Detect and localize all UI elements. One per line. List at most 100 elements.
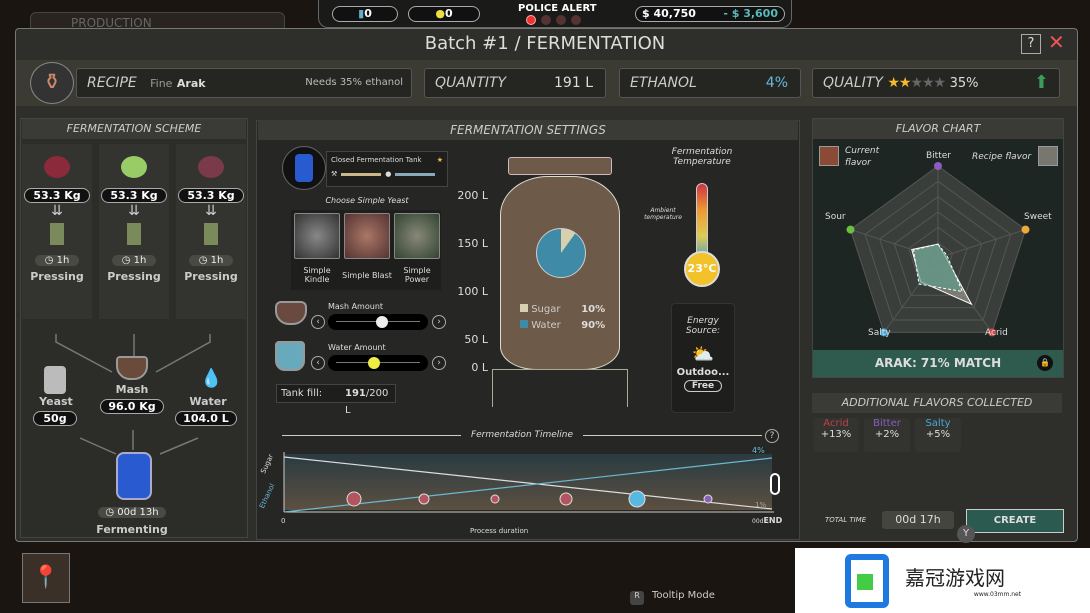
temp-title: Fermentation Temperature [671,147,733,167]
r-key-hint: R [630,591,644,605]
fermentation-barrel-icon [116,452,152,500]
mash-amount: 96.0 Kg [100,399,164,414]
radar-axis-marker [846,225,855,234]
water-amount-label: Water Amount [328,343,386,352]
energy-source[interactable]: Energy Source: ⛅ Outdoo... Free [671,303,735,413]
bulb-icon: ● [435,7,445,20]
press-icon [50,223,64,245]
timeline-event-marker[interactable] [490,494,500,504]
yeast-amount: 50g [33,411,77,426]
ambient-label: Ambient temperature [644,207,682,221]
water-decrease-button[interactable]: ‹ [311,356,325,370]
tank-info: Closed Fermentation Tank ★ ⚒ ● [326,151,448,187]
sugar-swatch [520,304,528,312]
close-button[interactable]: ✕ [1048,30,1065,54]
mash-increase-button[interactable]: › [432,315,446,329]
yeast-option-simple-blast[interactable] [344,213,390,259]
yeast-option-simple-power[interactable] [394,213,440,259]
help-button[interactable]: ? [1021,34,1041,54]
ethanol-end-value: 4% [752,446,765,455]
ingredient-column: 53.3 Kg ⇊ ◷ 1h Pressing [22,144,92,319]
yeast-option-simple-kindle[interactable] [294,213,340,259]
total-time-label: TOTAL TIME [825,516,867,524]
timeline-event-marker[interactable] [703,494,713,504]
apple-icon [121,156,147,178]
temperature-reading: 23°C [684,251,720,287]
alert-dot [541,15,551,25]
upgrade-arrow-icon[interactable]: ⬆ [1034,69,1049,97]
y-key-hint: Y [957,525,975,543]
water-drop-icon: 💧 [200,368,223,389]
x-end-label: 00dEND [752,516,783,525]
additional-flavor-acrid: Acrid +13% [813,418,859,452]
alert-dot [556,15,566,25]
mash-bowl-icon [275,301,307,325]
flavor-chart-title: FLAVOR CHART [813,119,1063,139]
police-alert-level [526,15,581,25]
radar-label-salty: Salty [868,328,891,338]
water-label: Water [189,395,227,408]
recipe-stat: RECIPE Fine Arak Needs 35% ethanol [76,68,412,98]
tank-fill: Tank fill: 191/200 L [276,384,396,416]
additional-flavor-salty: Salty +5% [915,418,961,452]
water-bucket-icon [275,341,305,371]
press-icon [204,223,218,245]
flavor-match: ARAK: 71% MATCH 🔒 [813,350,1063,377]
yeast-label: Simple Power [403,266,431,284]
timeline-title: Fermentation Timeline [282,430,762,440]
alert-dot [571,15,581,25]
total-time-value: 00d 17h [882,511,954,529]
lock-icon[interactable]: 🔒 [1037,355,1053,371]
timeline-event-marker[interactable] [628,490,646,508]
plum-icon [198,156,224,178]
mash-decrease-button[interactable]: ‹ [311,315,325,329]
counter-1: ▮0 [332,6,398,22]
timeline-scrubber[interactable] [770,473,780,495]
police-alert-label: POLICE ALERT [518,3,597,14]
water-amount: 104.0 L [175,411,237,426]
quality-stat: QUALITY ★★★★★ 35% ⬆ [812,68,1060,98]
quality-stars: ★★★★★ [887,75,946,91]
water-increase-button[interactable]: › [432,356,446,370]
mash-slider-thumb[interactable] [376,316,389,328]
barrel-lid [508,157,612,175]
timeline-help-button[interactable]: ? [765,429,779,443]
watermark-logo: 嘉冠游戏网 www.03mm.net [795,548,1090,613]
radar-label-acrid: Acrid [985,328,1008,338]
water-slider-thumb[interactable] [367,357,380,369]
alert-dot-active [526,15,536,25]
tooltip-mode[interactable]: R Tooltip Mode [630,590,715,605]
scheme-title: FERMENTATION SCHEME [22,119,246,139]
counter-2: ●0 [408,6,480,22]
sugar-water-pie [536,228,586,278]
ingredient-column: 53.3 Kg ⇊ ◷ 1h Pressing [99,144,169,319]
tank-icon[interactable] [282,146,326,190]
mash-slider[interactable] [328,314,428,330]
ethanol-stat: ETHANOL 4% [619,68,801,98]
x-axis-label: Process duration [470,527,529,535]
mash-amount-label: Mash Amount [328,302,384,311]
radar-label-sour: Sour [825,212,846,222]
window-title: Batch #1 / FERMENTATION [424,33,666,54]
map-button[interactable]: 📍 [22,553,70,603]
mash-icon [116,356,148,380]
radar-label-bitter: Bitter [926,151,951,161]
press-icon [127,223,141,245]
ferment-label: Fermenting [96,523,168,536]
recipe-bottle-icon: ⚱ [30,62,74,104]
timeline-event-marker[interactable] [418,493,430,505]
star-icon: ★ [436,156,443,164]
water-slider[interactable] [328,355,428,371]
yeast-icon [44,366,66,394]
timeline-event-marker[interactable] [346,491,362,507]
quantity-stat: QUANTITY 191 L [424,68,606,98]
create-button[interactable]: CREATE [966,509,1064,533]
x-start-label: 0 [281,517,286,525]
ferment-time: ◷ 00d 13h [98,507,166,518]
flavor-radar-chart [846,162,1030,337]
sun-cloud-icon: ⛅ [691,344,715,365]
ingredient-column: 53.3 Kg ⇊ ◷ 1h Pressing [176,144,246,319]
hammer-icon: ⚒ [331,170,338,178]
timeline-event-marker[interactable] [559,492,573,506]
additional-flavor-bitter: Bitter +2% [864,418,910,452]
